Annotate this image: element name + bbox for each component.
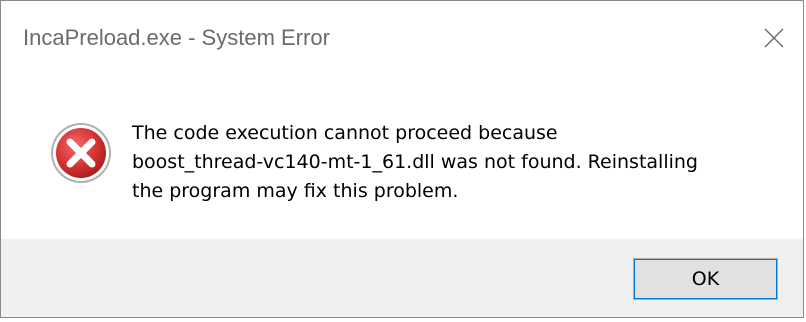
ok-button[interactable]: OK <box>633 258 778 300</box>
button-bar: OK <box>1 239 803 317</box>
error-icon <box>51 123 111 183</box>
error-message: The code execution cannot proceed becaus… <box>132 119 772 206</box>
close-button[interactable] <box>745 1 803 75</box>
title-bar[interactable]: IncaPreload.exe - System Error <box>1 1 803 79</box>
error-message-line: The code execution cannot proceed becaus… <box>132 122 558 144</box>
error-message-line: the program may fix this problem. <box>132 180 459 202</box>
system-error-dialog: IncaPreload.exe - System Error The code … <box>0 0 804 318</box>
window-title: IncaPreload.exe - System Error <box>23 25 330 50</box>
dialog-content: The code execution cannot proceed becaus… <box>1 79 803 239</box>
close-icon <box>764 28 784 48</box>
error-message-line: boost_thread-vc140-mt-1_61.dll was not f… <box>132 151 698 173</box>
